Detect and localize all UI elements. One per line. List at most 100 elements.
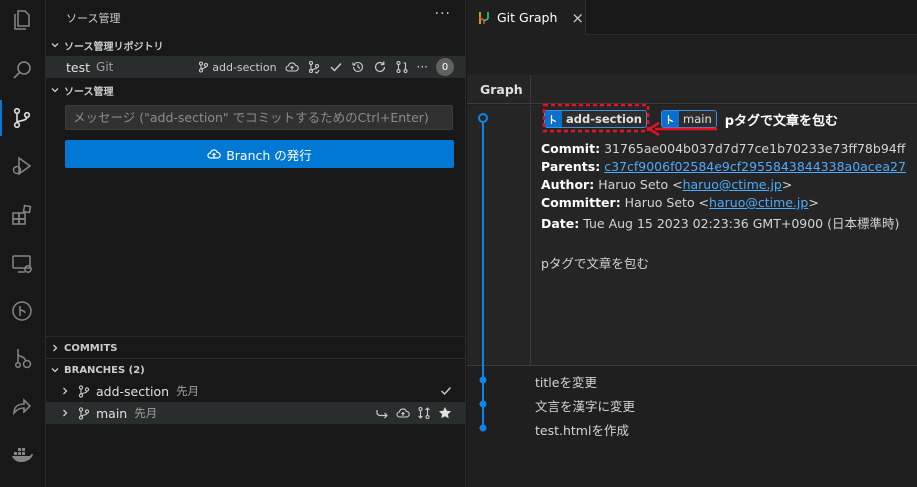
- branches-section-header[interactable]: BRANCHES (2): [46, 360, 466, 380]
- repositories-section-header[interactable]: ソース管理リポジトリ: [46, 35, 466, 55]
- source-control-sidebar: ソース管理 ··· ソース管理リポジトリ test Git add-sectio…: [46, 0, 466, 487]
- ref-name: main: [679, 111, 716, 127]
- commit-message: titleを変更: [535, 375, 597, 390]
- active-indicator: [0, 100, 2, 136]
- chevron-down-icon: [46, 40, 64, 50]
- publish-cloud-icon[interactable]: [396, 407, 410, 419]
- branch-icon: [662, 111, 679, 127]
- more-icon[interactable]: ···: [417, 60, 428, 74]
- git-graph-editor: Git Graph × Graph add-section main pタグで文…: [467, 0, 917, 487]
- close-icon[interactable]: ×: [571, 9, 584, 27]
- tab-label: Git Graph: [497, 10, 558, 25]
- ref-badge-main[interactable]: main: [661, 110, 717, 128]
- scm-section-header[interactable]: ソース管理: [46, 80, 466, 100]
- branch-icon: [78, 384, 90, 398]
- remote-explorer-icon[interactable]: [8, 250, 36, 278]
- commit-hash: 31765ae004b037d7d77ce1b70233e73ff78b94ff: [604, 141, 906, 156]
- cloud-upload-icon: [207, 149, 221, 159]
- extensions-icon[interactable]: [8, 201, 36, 229]
- compare-branch-icon[interactable]: [417, 406, 431, 420]
- branch-actions: [375, 402, 452, 424]
- refresh-icon[interactable]: [373, 60, 387, 74]
- run-debug-icon[interactable]: [8, 152, 36, 180]
- commit-refs: add-section main pタグで文章を包む: [544, 107, 838, 131]
- repository-row[interactable]: test Git add-section ··· 0: [46, 56, 466, 78]
- sidebar-title: ソース管理: [66, 12, 121, 25]
- git-history-icon[interactable]: [8, 344, 36, 372]
- commit-message: 文言を漢字に変更: [535, 399, 636, 414]
- branch-actions: [440, 380, 452, 402]
- git-graph-controls: [467, 35, 917, 75]
- star-icon[interactable]: [438, 406, 452, 420]
- more-actions-icon[interactable]: ···: [435, 6, 451, 22]
- chevron-down-icon: [46, 85, 64, 95]
- commit-message: test.htmlを作成: [535, 423, 629, 438]
- checkout-branch-button[interactable]: add-section: [198, 60, 277, 74]
- graph-column-header: Graph: [480, 82, 523, 97]
- commit-row[interactable]: 文言を漢字に変更: [467, 392, 917, 416]
- section-divider: [46, 358, 466, 359]
- repo-branch-label: add-section: [212, 60, 277, 74]
- search-icon[interactable]: [8, 56, 36, 84]
- column-separator: [530, 75, 531, 104]
- commits-section-header[interactable]: COMMITS: [46, 338, 466, 358]
- author-line: Author: Haruo Seto <haruo@ctime.jp>: [541, 177, 793, 192]
- changes-count-badge: 0: [436, 58, 454, 76]
- chevron-down-icon: [46, 365, 64, 375]
- activity-bar: [0, 0, 46, 487]
- branch-icon: [78, 406, 90, 420]
- parents-line: Parents: c37cf9006f02584e9cf295584384433…: [541, 159, 906, 174]
- commit-body: pタグで文章を包む: [541, 256, 649, 271]
- repo-name: test: [66, 59, 91, 75]
- source-control-icon[interactable]: [8, 104, 36, 132]
- branch-icon: [545, 111, 562, 127]
- commit-message-input[interactable]: [65, 105, 453, 130]
- live-share-icon[interactable]: [8, 392, 36, 420]
- committer-email-link[interactable]: haruo@ctime.jp: [709, 195, 808, 210]
- branch-name: add-section: [96, 383, 170, 399]
- graph-table-header: Graph: [467, 75, 917, 104]
- branch-name: main: [96, 405, 128, 421]
- section-label: ソース管理リポジトリ: [64, 41, 164, 53]
- commit-row[interactable]: titleを変更: [467, 368, 917, 392]
- author-email-link[interactable]: haruo@ctime.jp: [683, 177, 782, 192]
- switch-branch-icon[interactable]: [375, 407, 389, 419]
- publish-cloud-icon[interactable]: [285, 61, 299, 73]
- commit-row[interactable]: test.htmlを作成: [467, 416, 917, 440]
- ref-name: add-section: [562, 111, 646, 127]
- chevron-right-icon: [60, 386, 70, 396]
- branch-time: 先月: [176, 384, 200, 398]
- branch-item-add-section[interactable]: add-section 先月: [46, 380, 466, 402]
- committer-line: Committer: Haruo Seto <haruo@ctime.jp>: [541, 195, 819, 210]
- explorer-icon[interactable]: [8, 6, 36, 34]
- parent-hash-link[interactable]: c37cf9006f02584e9cf2955843844338a0acea27: [604, 159, 906, 174]
- repo-actions: add-section ··· 0: [198, 56, 454, 78]
- git-graph-tab-icon: [479, 11, 489, 24]
- date-line: Date: Tue Aug 15 2023 02:23:36 GMT+0900 …: [541, 216, 900, 231]
- docker-icon[interactable]: [8, 440, 36, 468]
- tab-bar: Git Graph ×: [467, 0, 917, 35]
- publish-branch-button[interactable]: Branch の発行: [65, 140, 454, 168]
- commit-check-icon[interactable]: [329, 61, 343, 73]
- current-branch-check-icon: [440, 386, 452, 396]
- pull-request-icon[interactable]: [395, 60, 409, 74]
- tab-git-graph[interactable]: Git Graph ×: [467, 0, 586, 35]
- commit-details-panel: add-section main pタグで文章を包む Commit: 31765…: [467, 105, 917, 366]
- commit-date: Tue Aug 15 2023 02:23:36 GMT+0900 (日本標準時…: [583, 216, 900, 231]
- branch-icon: [199, 61, 209, 73]
- commit-hash-line: Commit: 31765ae004b037d7d77ce1b70233e73f…: [541, 141, 906, 156]
- ref-badge-add-section[interactable]: add-section: [544, 110, 647, 128]
- section-label: ソース管理: [64, 86, 114, 98]
- publish-button-label: Branch の発行: [226, 147, 312, 163]
- git-graph-view-icon[interactable]: [307, 60, 321, 74]
- history-icon[interactable]: [351, 60, 365, 74]
- section-label: BRANCHES (2): [64, 364, 145, 376]
- commit-row-head[interactable]: add-section main pタグで文章を包む: [467, 107, 917, 131]
- git-graph-icon[interactable]: [8, 297, 36, 325]
- branch-item-main[interactable]: main 先月: [46, 402, 466, 424]
- chevron-right-icon: [46, 343, 64, 353]
- commit-message: pタグで文章を包む: [724, 113, 839, 129]
- branch-time: 先月: [134, 406, 158, 420]
- section-label: COMMITS: [64, 342, 118, 354]
- section-divider: [46, 336, 466, 337]
